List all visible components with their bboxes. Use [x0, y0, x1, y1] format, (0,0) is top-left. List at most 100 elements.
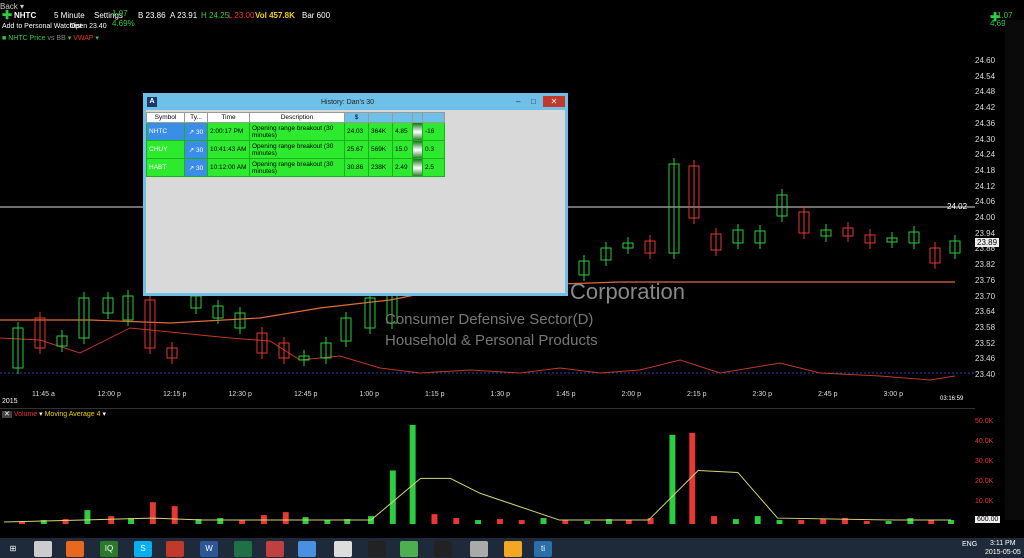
ti-icon[interactable]: ti	[534, 541, 552, 557]
folder-icon[interactable]	[334, 541, 352, 557]
watermark-sector: Consumer Defensive Sector(D)	[385, 311, 594, 328]
time-tick: 2:15 p	[687, 391, 707, 398]
history-titlebar[interactable]: A History: Dan's 30 – □ ✕	[146, 96, 565, 110]
price-tick: 24.18	[975, 165, 996, 175]
row-c5: 0.3	[422, 140, 445, 159]
chart2-icon[interactable]	[434, 541, 452, 557]
minimize-button[interactable]: –	[516, 97, 520, 106]
col-c4[interactable]	[412, 112, 423, 123]
volume-chart[interactable]	[0, 408, 975, 526]
volume-bar	[885, 521, 892, 525]
col-description[interactable]: Description	[249, 112, 345, 123]
history-title: History: Dan's 30	[321, 99, 375, 106]
row-gauge	[412, 122, 423, 141]
volume-bar	[625, 520, 632, 525]
skype-icon[interactable]: S	[134, 541, 152, 557]
col-symbol[interactable]: Symbol	[146, 112, 185, 123]
time-tick: 1:15 p	[425, 391, 445, 398]
volume-bar	[907, 518, 914, 525]
level-marker: 24.02	[947, 202, 968, 211]
volume-bar	[453, 518, 460, 525]
volume-bar	[389, 470, 396, 525]
col-c3[interactable]	[392, 112, 413, 123]
volume-tick: 20.0K	[975, 478, 994, 485]
gear-icon[interactable]	[470, 541, 488, 557]
watermark-industry: Household & Personal Products	[385, 332, 598, 349]
price-tick: 23.52	[975, 338, 996, 348]
col-c5[interactable]	[422, 112, 445, 123]
col-time[interactable]: Time	[207, 112, 250, 123]
symbol-selector[interactable]: NHTC	[14, 11, 36, 20]
ask-price: A 23.91	[170, 11, 198, 20]
row-c3: 2.49	[392, 158, 413, 177]
row-description: Opening range breakout (30 minutes)	[249, 122, 345, 141]
row-time: 10:12:00 AM	[207, 158, 250, 177]
volume-bar	[302, 517, 309, 525]
app-icon[interactable]	[266, 541, 284, 557]
time-tick: 12:00 p	[97, 391, 121, 398]
disk-icon[interactable]	[298, 541, 316, 557]
firefox-icon[interactable]	[66, 541, 84, 557]
row-time: 10:41:43 AM	[207, 140, 250, 159]
word-icon[interactable]: W	[200, 541, 218, 557]
history-row[interactable]: CHUY ↗ 30 10:41:43 AM Opening range breakou…	[146, 140, 445, 159]
watermark-company: Corporation	[570, 279, 685, 304]
history-row[interactable]: HABT ↗ 30 10:12:00 AM Opening range breakou…	[146, 158, 445, 177]
right-tool-panel[interactable]	[1005, 20, 1024, 520]
maximize-button[interactable]: □	[531, 97, 536, 106]
price-tick: 24.60	[975, 56, 996, 65]
volume-bar	[647, 518, 654, 525]
price-tick: 23.76	[975, 275, 996, 285]
price-tick: 24.30	[975, 134, 996, 144]
time-tick: 3:00 p	[883, 391, 903, 398]
clock-date[interactable]: 2015-05-05	[985, 549, 1021, 556]
row-price: 30.86	[344, 158, 369, 177]
chrome-icon[interactable]	[400, 541, 418, 557]
iq-icon[interactable]: IQ	[100, 541, 118, 557]
price-tick: 24.12	[975, 181, 996, 191]
interval-selector[interactable]: 5 Minute	[54, 11, 85, 20]
row-volume: 238K	[368, 158, 393, 177]
top-toolbar: Back ▾ ✚ NHTC 5 Minute Settings 1.07 4.6…	[0, 0, 1024, 42]
row-price: 24.03	[344, 122, 369, 141]
row-symbol: NHTC	[146, 122, 185, 141]
volume-bar	[711, 516, 718, 525]
row-symbol: CHUY	[146, 140, 185, 159]
price-tick: 24.24	[975, 150, 996, 160]
row-time: 2:00:17 PM	[207, 122, 250, 141]
volume-tick: 40.0K	[975, 438, 994, 445]
price-tick: 24.54	[975, 71, 996, 81]
pdf-icon[interactable]	[166, 541, 184, 557]
volume-bar	[863, 521, 870, 525]
volume-bar	[669, 434, 676, 525]
col-type[interactable]: Ty...	[184, 112, 208, 123]
clock-time[interactable]: 3:11 PM	[990, 540, 1016, 547]
start-icon[interactable]: ⊞	[4, 541, 22, 557]
volume-bar	[540, 518, 547, 525]
chart-icon[interactable]	[368, 541, 386, 557]
row-type: ↗ 30	[184, 140, 208, 159]
row-type: ↗ 30	[184, 122, 208, 141]
time-tick: 12:30 p	[228, 391, 252, 398]
volume-bar	[798, 520, 805, 525]
row-type: ↗ 30	[184, 158, 208, 177]
language-indicator[interactable]: ENG	[962, 541, 977, 548]
time-tick: 12:15 p	[163, 391, 187, 398]
row-symbol: HABT	[146, 158, 185, 177]
volume-bar	[217, 518, 224, 525]
app2-icon[interactable]	[504, 541, 522, 557]
col-price[interactable]: $	[344, 112, 369, 123]
row-c5: -16	[422, 122, 445, 141]
price-tick: 23.70	[975, 291, 996, 301]
history-row[interactable]: NHTC ↗ 30 2:00:17 PM Opening range breakout…	[146, 122, 445, 141]
history-window[interactable]: A History: Dan's 30 – □ ✕ Symbol Ty... T…	[143, 93, 568, 296]
close-button[interactable]: ✕	[543, 96, 565, 107]
explorer-icon[interactable]	[34, 541, 52, 557]
volume-bar	[324, 520, 331, 525]
volume-bar	[108, 516, 115, 525]
price-tick: 23.46	[975, 354, 996, 364]
excel-icon[interactable]	[234, 541, 252, 557]
add-icon[interactable]: ✚	[2, 8, 12, 22]
price-tick: 24.00	[975, 213, 996, 222]
col-volume[interactable]	[368, 112, 393, 123]
